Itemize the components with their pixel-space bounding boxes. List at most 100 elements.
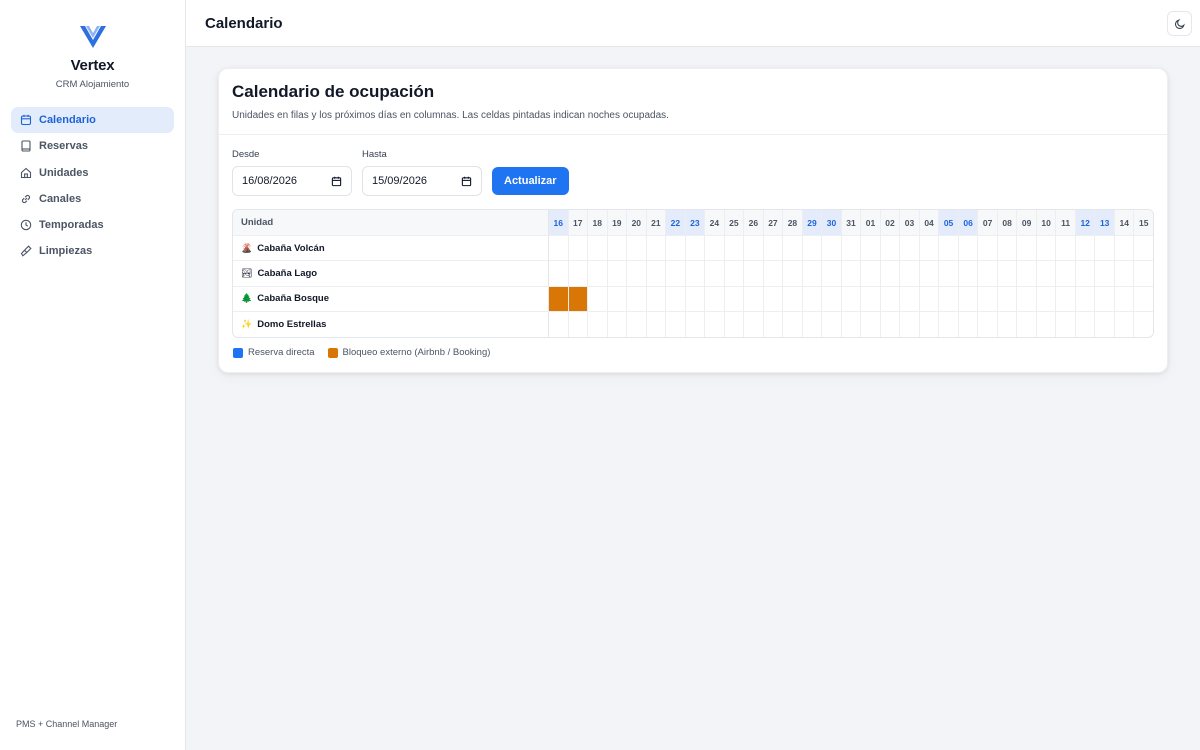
- day-cell[interactable]: [608, 311, 628, 338]
- day-cell[interactable]: [1056, 286, 1076, 311]
- day-cell[interactable]: [1134, 261, 1153, 285]
- day-cell[interactable]: [666, 311, 686, 338]
- day-cell[interactable]: [783, 261, 803, 286]
- unit-name-cell[interactable]: 🏞 Cabaña Lago: [233, 261, 549, 286]
- day-cell[interactable]: [588, 236, 608, 261]
- day-cell[interactable]: [1076, 261, 1096, 286]
- day-cell[interactable]: [842, 236, 862, 261]
- day-cell[interactable]: [608, 236, 628, 261]
- day-cell[interactable]: [627, 286, 647, 311]
- day-cell[interactable]: [686, 311, 706, 338]
- occupied-night-cell[interactable]: [568, 286, 589, 311]
- day-cell[interactable]: [978, 286, 998, 311]
- day-cell[interactable]: [666, 286, 686, 311]
- day-cell[interactable]: [842, 261, 862, 286]
- sidebar-item-canales[interactable]: Canales: [11, 186, 174, 212]
- day-cell[interactable]: [686, 286, 706, 311]
- day-cell[interactable]: [881, 286, 901, 311]
- day-cell[interactable]: [939, 236, 959, 261]
- day-cell[interactable]: [549, 261, 569, 286]
- day-cell[interactable]: [939, 311, 959, 338]
- day-cell[interactable]: [588, 311, 608, 338]
- day-cell[interactable]: [1115, 236, 1135, 261]
- day-cell[interactable]: [1134, 312, 1153, 337]
- day-cell[interactable]: [1056, 261, 1076, 286]
- day-cell[interactable]: [744, 311, 764, 338]
- day-cell[interactable]: [822, 236, 842, 261]
- day-cell[interactable]: [1076, 236, 1096, 261]
- day-cell[interactable]: [881, 311, 901, 338]
- day-cell[interactable]: [900, 236, 920, 261]
- unit-name-cell[interactable]: 🌋 Cabaña Volcán: [233, 236, 549, 261]
- day-cell[interactable]: [978, 236, 998, 261]
- day-cell[interactable]: [1037, 261, 1057, 286]
- day-cell[interactable]: [608, 286, 628, 311]
- day-cell[interactable]: [1076, 311, 1096, 338]
- day-cell[interactable]: [744, 236, 764, 261]
- day-cell[interactable]: [1134, 236, 1153, 260]
- day-cell[interactable]: [705, 261, 725, 286]
- day-cell[interactable]: [764, 286, 784, 311]
- day-cell[interactable]: [764, 311, 784, 338]
- sidebar-item-reservas[interactable]: Reservas: [11, 133, 174, 159]
- calendar-picker-icon[interactable]: [331, 176, 342, 187]
- day-cell[interactable]: [803, 286, 823, 311]
- day-cell[interactable]: [1115, 311, 1135, 338]
- day-cell[interactable]: [647, 311, 667, 338]
- day-cell[interactable]: [569, 261, 589, 286]
- day-cell[interactable]: [1056, 311, 1076, 338]
- day-cell[interactable]: [861, 261, 881, 286]
- day-cell[interactable]: [783, 286, 803, 311]
- day-cell[interactable]: [1037, 236, 1057, 261]
- day-cell[interactable]: [647, 286, 667, 311]
- to-date-input[interactable]: 15/09/2026: [362, 166, 482, 196]
- sidebar-item-limpiezas[interactable]: Limpiezas: [11, 238, 174, 264]
- day-cell[interactable]: [1056, 236, 1076, 261]
- day-cell[interactable]: [647, 261, 667, 286]
- occupied-night-cell[interactable]: [549, 286, 569, 311]
- day-cell[interactable]: [939, 286, 959, 311]
- day-cell[interactable]: [666, 236, 686, 261]
- day-cell[interactable]: [1095, 236, 1115, 261]
- day-cell[interactable]: [764, 236, 784, 261]
- day-cell[interactable]: [803, 236, 823, 261]
- day-cell[interactable]: [744, 286, 764, 311]
- day-cell[interactable]: [803, 311, 823, 338]
- day-cell[interactable]: [647, 236, 667, 261]
- day-cell[interactable]: [822, 261, 842, 286]
- day-cell[interactable]: [569, 311, 589, 338]
- day-cell[interactable]: [549, 236, 569, 261]
- day-cell[interactable]: [1115, 286, 1135, 311]
- day-cell[interactable]: [978, 311, 998, 338]
- day-cell[interactable]: [939, 261, 959, 286]
- day-cell[interactable]: [1037, 286, 1057, 311]
- day-cell[interactable]: [1037, 311, 1057, 338]
- day-cell[interactable]: [569, 236, 589, 261]
- day-cell[interactable]: [705, 236, 725, 261]
- calendar-picker-icon[interactable]: [461, 176, 472, 187]
- day-cell[interactable]: [803, 261, 823, 286]
- day-cell[interactable]: [783, 236, 803, 261]
- day-cell[interactable]: [881, 261, 901, 286]
- sidebar-item-temporadas[interactable]: Temporadas: [11, 212, 174, 238]
- day-cell[interactable]: [764, 261, 784, 286]
- update-button[interactable]: Actualizar: [492, 167, 569, 195]
- day-cell[interactable]: [959, 236, 979, 261]
- day-cell[interactable]: [686, 261, 706, 286]
- day-cell[interactable]: [666, 261, 686, 286]
- day-cell[interactable]: [1095, 286, 1115, 311]
- day-cell[interactable]: [900, 261, 920, 286]
- day-cell[interactable]: [627, 261, 647, 286]
- day-cell[interactable]: [959, 311, 979, 338]
- unit-name-cell[interactable]: 🌲 Cabaña Bosque: [233, 286, 549, 311]
- day-cell[interactable]: [1095, 261, 1115, 286]
- day-cell[interactable]: [1134, 287, 1153, 311]
- day-cell[interactable]: [1017, 261, 1037, 286]
- day-cell[interactable]: [959, 286, 979, 311]
- sidebar-item-unidades[interactable]: Unidades: [11, 160, 174, 186]
- sidebar-item-calendario[interactable]: Calendario: [11, 107, 174, 133]
- day-cell[interactable]: [861, 236, 881, 261]
- day-cell[interactable]: [881, 236, 901, 261]
- day-cell[interactable]: [842, 286, 862, 311]
- day-cell[interactable]: [705, 286, 725, 311]
